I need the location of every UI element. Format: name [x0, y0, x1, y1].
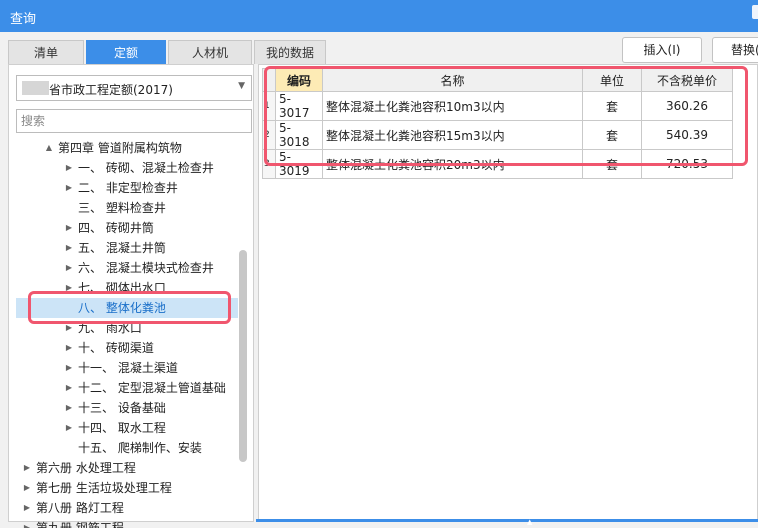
tree-item[interactable]: ▶ 十四、 取水工程 [16, 418, 238, 438]
tree-item[interactable]: ▲ 第四章 管道附属构筑物 [16, 138, 238, 158]
tree-scrollbar[interactable] [239, 250, 247, 462]
tree-item[interactable]: ▶ 十二、 定型混凝土管道基础 [16, 378, 238, 398]
expand-arrow-icon[interactable]: ▶ [64, 398, 74, 418]
tree-item-label: 第七册 生活垃圾处理工程 [36, 481, 172, 495]
expand-arrow-icon[interactable]: ▶ [22, 458, 32, 478]
tree-item-label: 十二、 定型混凝土管道基础 [78, 381, 226, 395]
tree-item[interactable]: ▶ 十一、 混凝土渠道 [16, 358, 238, 378]
tree-item[interactable]: 十五、 爬梯制作、安装 [16, 438, 238, 458]
tree-item[interactable]: ▶ 第九册 钢筋工程 [16, 518, 238, 528]
tab-my-data[interactable]: 我的数据 [254, 40, 326, 64]
tree-item-label: 六、 混凝土模块式检查井 [78, 261, 214, 275]
tree-item-label: 第六册 水处理工程 [36, 461, 136, 475]
tree-item-label: 第四章 管道附属构筑物 [58, 141, 182, 155]
search-input[interactable] [16, 109, 252, 133]
tree-item[interactable]: ▶ 四、 砖砌井筒 [16, 218, 238, 238]
tree-item[interactable]: ▶ 十三、 设备基础 [16, 398, 238, 418]
highlight-selected-node-box [28, 291, 231, 324]
chevron-down-icon[interactable]: ▼ [238, 81, 245, 91]
expand-arrow-icon[interactable]: ▶ [22, 518, 32, 528]
tab-bill[interactable]: 清单 [8, 40, 84, 64]
tree-item[interactable]: ▶ 六、 混凝土模块式检查井 [16, 258, 238, 278]
tree-item-label: 十一、 混凝土渠道 [78, 361, 178, 375]
tab-quota[interactable]: 定额 [86, 40, 166, 64]
expand-arrow-icon[interactable]: ▶ [64, 238, 74, 258]
expand-arrow-icon[interactable]: ▶ [64, 218, 74, 238]
expand-arrow-icon[interactable]: ▶ [64, 418, 74, 438]
tree-item[interactable]: ▶ 第七册 生活垃圾处理工程 [16, 478, 238, 498]
expand-arrow-icon[interactable]: ▶ [64, 178, 74, 198]
tree-item[interactable]: 三、 塑料检查井 [16, 198, 238, 218]
tree-item-label: 五、 混凝土井筒 [78, 241, 166, 255]
tree-item[interactable]: ▶ 五、 混凝土井筒 [16, 238, 238, 258]
tree-item-label: 第九册 钢筋工程 [36, 521, 124, 528]
tab-labor-material-machine[interactable]: 人材机 [168, 40, 252, 64]
tree-item-label: 十四、 取水工程 [78, 421, 166, 435]
library-select[interactable]: 省市政工程定额(2017) ▼ [16, 75, 252, 101]
collapse-arrow-icon[interactable]: ▲ [44, 138, 54, 158]
insert-button[interactable]: 插入(I) [622, 37, 702, 63]
tree-item-label: 三、 塑料检查井 [78, 201, 166, 215]
tree-item[interactable]: ▶ 一、 砖砌、混凝土检查井 [16, 158, 238, 178]
tree-item-label: 十、 砖砌渠道 [78, 341, 154, 355]
tree-item-label: 二、 非定型检查井 [78, 181, 178, 195]
expand-arrow-icon[interactable]: ▶ [64, 378, 74, 398]
tree-item-label: 四、 砖砌井筒 [78, 221, 154, 235]
expand-arrow-icon[interactable]: ▶ [64, 158, 74, 178]
replace-button[interactable]: 替换( [712, 37, 758, 63]
tree-item[interactable]: ▶ 第八册 路灯工程 [16, 498, 238, 518]
title-bar: 查询 [0, 0, 758, 32]
splitter-up-icon[interactable]: ▲ [527, 518, 532, 526]
expand-arrow-icon[interactable]: ▶ [64, 258, 74, 278]
tree-item-label: 十三、 设备基础 [78, 401, 166, 415]
close-button-edge[interactable] [752, 5, 758, 19]
expand-arrow-icon[interactable]: ▶ [64, 358, 74, 378]
redacted-region [22, 81, 49, 95]
tree-item-label: 十五、 爬梯制作、安装 [78, 441, 202, 455]
tree-item[interactable]: ▶ 二、 非定型检查井 [16, 178, 238, 198]
tree-item-label: 一、 砖砌、混凝土检查井 [78, 161, 214, 175]
expand-arrow-icon[interactable]: ▶ [64, 338, 74, 358]
bottom-splitter[interactable] [256, 519, 758, 522]
highlight-table-box [264, 66, 748, 166]
tree-item[interactable]: ▶ 第六册 水处理工程 [16, 458, 238, 478]
tree-item-label: 第八册 路灯工程 [36, 501, 124, 515]
expand-arrow-icon[interactable]: ▶ [22, 498, 32, 518]
expand-arrow-icon[interactable]: ▶ [22, 478, 32, 498]
library-select-value: 省市政工程定额(2017) [49, 83, 173, 97]
window-title: 查询 [10, 12, 37, 27]
tree-item[interactable]: ▶ 十、 砖砌渠道 [16, 338, 238, 358]
